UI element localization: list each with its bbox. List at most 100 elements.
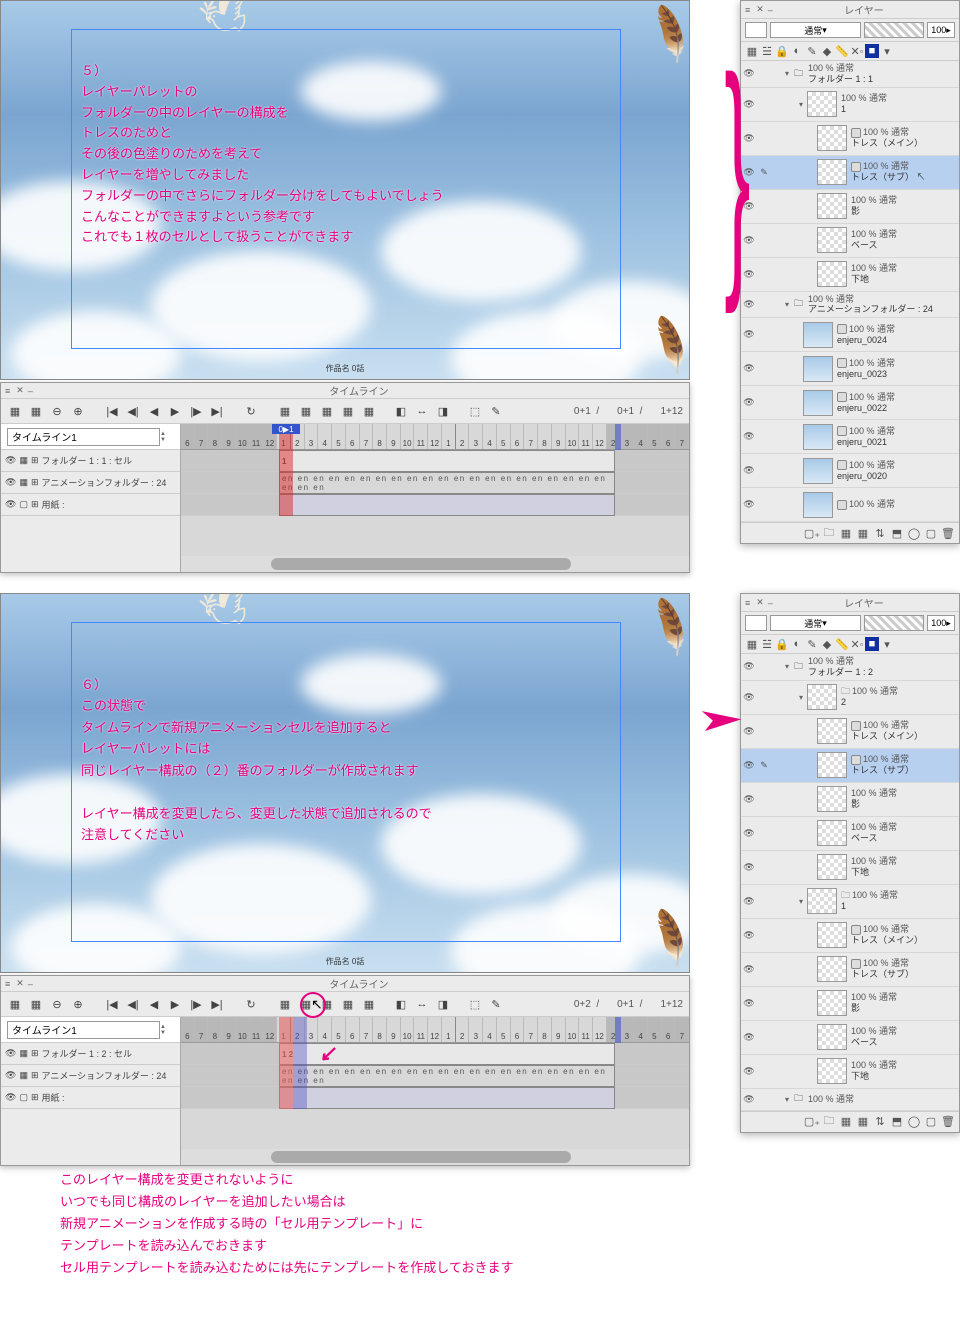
new-layer-icon[interactable]: ▢₊ — [805, 526, 819, 540]
layer-row[interactable]: 👁▾🗀100 % 通常1 — [741, 885, 959, 919]
layer-row[interactable]: 👁100 % 通常トレス（メイン） — [741, 919, 959, 953]
tl-tool-icon[interactable]: ⬚ — [467, 996, 483, 1012]
eye-icon[interactable]: 👁 — [741, 465, 757, 476]
layer-row[interactable]: 👁100 % 通常影 — [741, 987, 959, 1021]
layer-row[interactable]: 👁100 % 通常enjeru_0024 — [741, 318, 959, 352]
last-frame-icon[interactable]: ▶| — [209, 403, 225, 419]
trash-icon[interactable]: 🗑 — [941, 1115, 955, 1129]
lock-icon[interactable]: 🔒 — [775, 44, 789, 58]
opacity-value[interactable]: 100▸ — [927, 615, 955, 631]
tl-icon[interactable]: ▦ — [7, 996, 23, 1012]
menu-icon[interactable]: ≡ — [745, 598, 750, 608]
opacity-value[interactable]: 100▸ — [927, 22, 955, 38]
track-label[interactable]: 👁▦⊞アニメーションフォルダー : 24 — [1, 472, 180, 494]
layer-list[interactable]: 👁▾🗀100 % 通常フォルダー 1 : 2👁▾🗀100 % 通常2👁100 %… — [741, 654, 959, 1111]
timeline-ruler[interactable]: 6789101112123456789101112123456789101112… — [181, 1017, 689, 1043]
loop-icon[interactable]: ↻ — [243, 996, 259, 1012]
tool-icon[interactable]: ✎ — [805, 44, 819, 58]
canvas-area-2[interactable]: 🕊 🪶 🪶 作品名 0話 ６） この状態で タイムラインで新規アニメーションセル… — [0, 593, 690, 973]
transfer-icon[interactable]: ⇅ — [873, 526, 887, 540]
layer-row[interactable]: 👁✎100 % 通常トレス（サブ） ↖ — [741, 156, 959, 190]
chevron-down-icon[interactable]: ▾ — [799, 897, 803, 906]
eye-icon[interactable]: 👁 — [741, 499, 757, 510]
tool-icon[interactable]: ▦ — [745, 637, 759, 651]
play-back-icon[interactable]: ◀ — [146, 996, 162, 1012]
frame-2-marker[interactable] — [293, 1017, 307, 1109]
close-icon[interactable]: ✕ — [756, 597, 764, 608]
tl-tool-icon[interactable]: ▦ — [361, 996, 377, 1012]
trash-icon[interactable]: 🗑 — [941, 526, 955, 540]
layer-row[interactable]: 👁100 % 通常下地 — [741, 258, 959, 292]
eye-icon[interactable]: 👁 — [741, 828, 757, 839]
eye-icon[interactable]: 👁 — [741, 431, 757, 442]
ruler-icon[interactable]: 📏 — [835, 44, 849, 58]
zoom-out-icon[interactable]: ⊖ — [49, 403, 65, 419]
tool-icon[interactable]: ☱ — [760, 44, 774, 58]
tl-tool-icon[interactable]: ▦ — [319, 403, 335, 419]
tool-icon[interactable]: ▢ — [924, 1115, 938, 1129]
track-label[interactable]: 👁▦⊞フォルダー 1 : 1 : セル — [1, 450, 180, 472]
tl-icon[interactable]: ▦ — [28, 403, 44, 419]
mask-icon[interactable]: ◯ — [907, 1115, 921, 1129]
paper-clip[interactable] — [279, 494, 615, 516]
tl-tool-icon[interactable]: ◧ — [393, 996, 409, 1012]
dropdown-icon[interactable]: ▾ — [880, 637, 894, 651]
zoom-in-icon[interactable]: ⊕ — [70, 996, 86, 1012]
layer-row[interactable]: 👁100 % 通常enjeru_0021 — [741, 420, 959, 454]
timeline-scrollbar[interactable] — [181, 556, 689, 572]
close-icon[interactable]: ✕ — [756, 4, 764, 15]
tl-tool-icon[interactable]: ▦ — [298, 403, 314, 419]
new-cel-icon[interactable]: ▦ — [277, 403, 293, 419]
eye-icon[interactable]: 👁 — [741, 692, 757, 703]
frames-clip[interactable]: en en en en en en en en en en en en en e… — [279, 1065, 615, 1087]
tool-icon[interactable]: ▢ — [924, 526, 938, 540]
new-animation-cel-icon[interactable]: ▦ — [277, 996, 293, 1012]
track-label[interactable]: 👁▦⊞フォルダー 1 : 2 : セル — [1, 1043, 180, 1065]
eye-icon[interactable]: 👁 — [741, 1032, 757, 1043]
first-frame-icon[interactable]: |◀ — [104, 996, 120, 1012]
close-icon[interactable]: ✕ — [16, 385, 24, 396]
eye-icon[interactable]: 👁 — [5, 499, 16, 510]
play-icon[interactable]: ▶ — [167, 996, 183, 1012]
layer-row[interactable]: 👁▾🗀100 % 通常2 — [741, 681, 959, 715]
updown-icon[interactable]: ▲▼ — [160, 1024, 174, 1036]
color-button[interactable]: ■ — [865, 44, 879, 58]
blend-mode-select[interactable]: 通常 ▾ — [770, 22, 861, 38]
tool-icon[interactable]: ▦ — [839, 526, 853, 540]
chevron-down-icon[interactable]: ▾ — [785, 662, 789, 671]
eye-icon[interactable]: 👁 — [741, 363, 757, 374]
paper-clip[interactable] — [279, 1087, 615, 1109]
layer-row[interactable]: 👁100 % 通常enjeru_0023 — [741, 352, 959, 386]
tl-tool-icon[interactable]: ◨ — [435, 996, 451, 1012]
tl-tool-icon[interactable]: ◧ — [393, 403, 409, 419]
layer-list[interactable]: 👁▾🗀100 % 通常フォルダー 1 : 1👁▾100 % 通常1👁100 % … — [741, 61, 959, 522]
track-label[interactable]: 👁▢⊞用紙 : — [1, 494, 180, 516]
chevron-down-icon[interactable]: ▾ — [785, 300, 789, 309]
tl-tool-icon[interactable]: ↔ — [414, 996, 430, 1012]
tl-tool-icon[interactable]: ▦ — [340, 403, 356, 419]
new-layer-icon[interactable]: ▢₊ — [805, 1115, 819, 1129]
tool-icon[interactable]: ◐ — [790, 44, 804, 58]
layer-row[interactable]: 👁100 % 通常ベース — [741, 1021, 959, 1055]
eye-icon[interactable]: 👁 — [5, 455, 16, 466]
layer-row[interactable]: 👁100 % 通常下地 — [741, 1055, 959, 1089]
eye-icon[interactable]: 👁 — [741, 964, 757, 975]
blend-mode-select[interactable]: 通常 ▾ — [770, 615, 861, 631]
new-folder-icon[interactable]: 🗀 — [822, 526, 836, 540]
track-label[interactable]: 👁▢⊞用紙 : — [1, 1087, 180, 1109]
chevron-down-icon[interactable]: ▾ — [799, 693, 803, 702]
eye-icon[interactable]: 👁 — [741, 896, 757, 907]
menu-icon[interactable]: ≡ — [5, 979, 10, 989]
layer-row[interactable]: 👁100 % 通常enjeru_0022 — [741, 386, 959, 420]
mask-icon[interactable]: ◯ — [907, 526, 921, 540]
cel-clip[interactable]: 1 — [279, 450, 615, 472]
frames-clip[interactable]: en en en en en en en en en en en en en e… — [279, 472, 615, 494]
updown-icon[interactable]: ▲▼ — [160, 431, 174, 443]
next-frame-icon[interactable]: |▶ — [188, 996, 204, 1012]
layer-row[interactable]: 👁✎100 % 通常トレス（サブ） — [741, 749, 959, 783]
edit-icon[interactable]: ✎ — [757, 167, 771, 178]
tool-icon[interactable]: ▦ — [839, 1115, 853, 1129]
canvas-area-1[interactable]: 🕊 🪶 🪶 作品名 0話 ５） レイヤーパレットの フォルダーの中のレイヤーの構… — [0, 0, 690, 380]
tool-icon[interactable]: ▦ — [856, 526, 870, 540]
eye-icon[interactable]: 👁 — [741, 397, 757, 408]
